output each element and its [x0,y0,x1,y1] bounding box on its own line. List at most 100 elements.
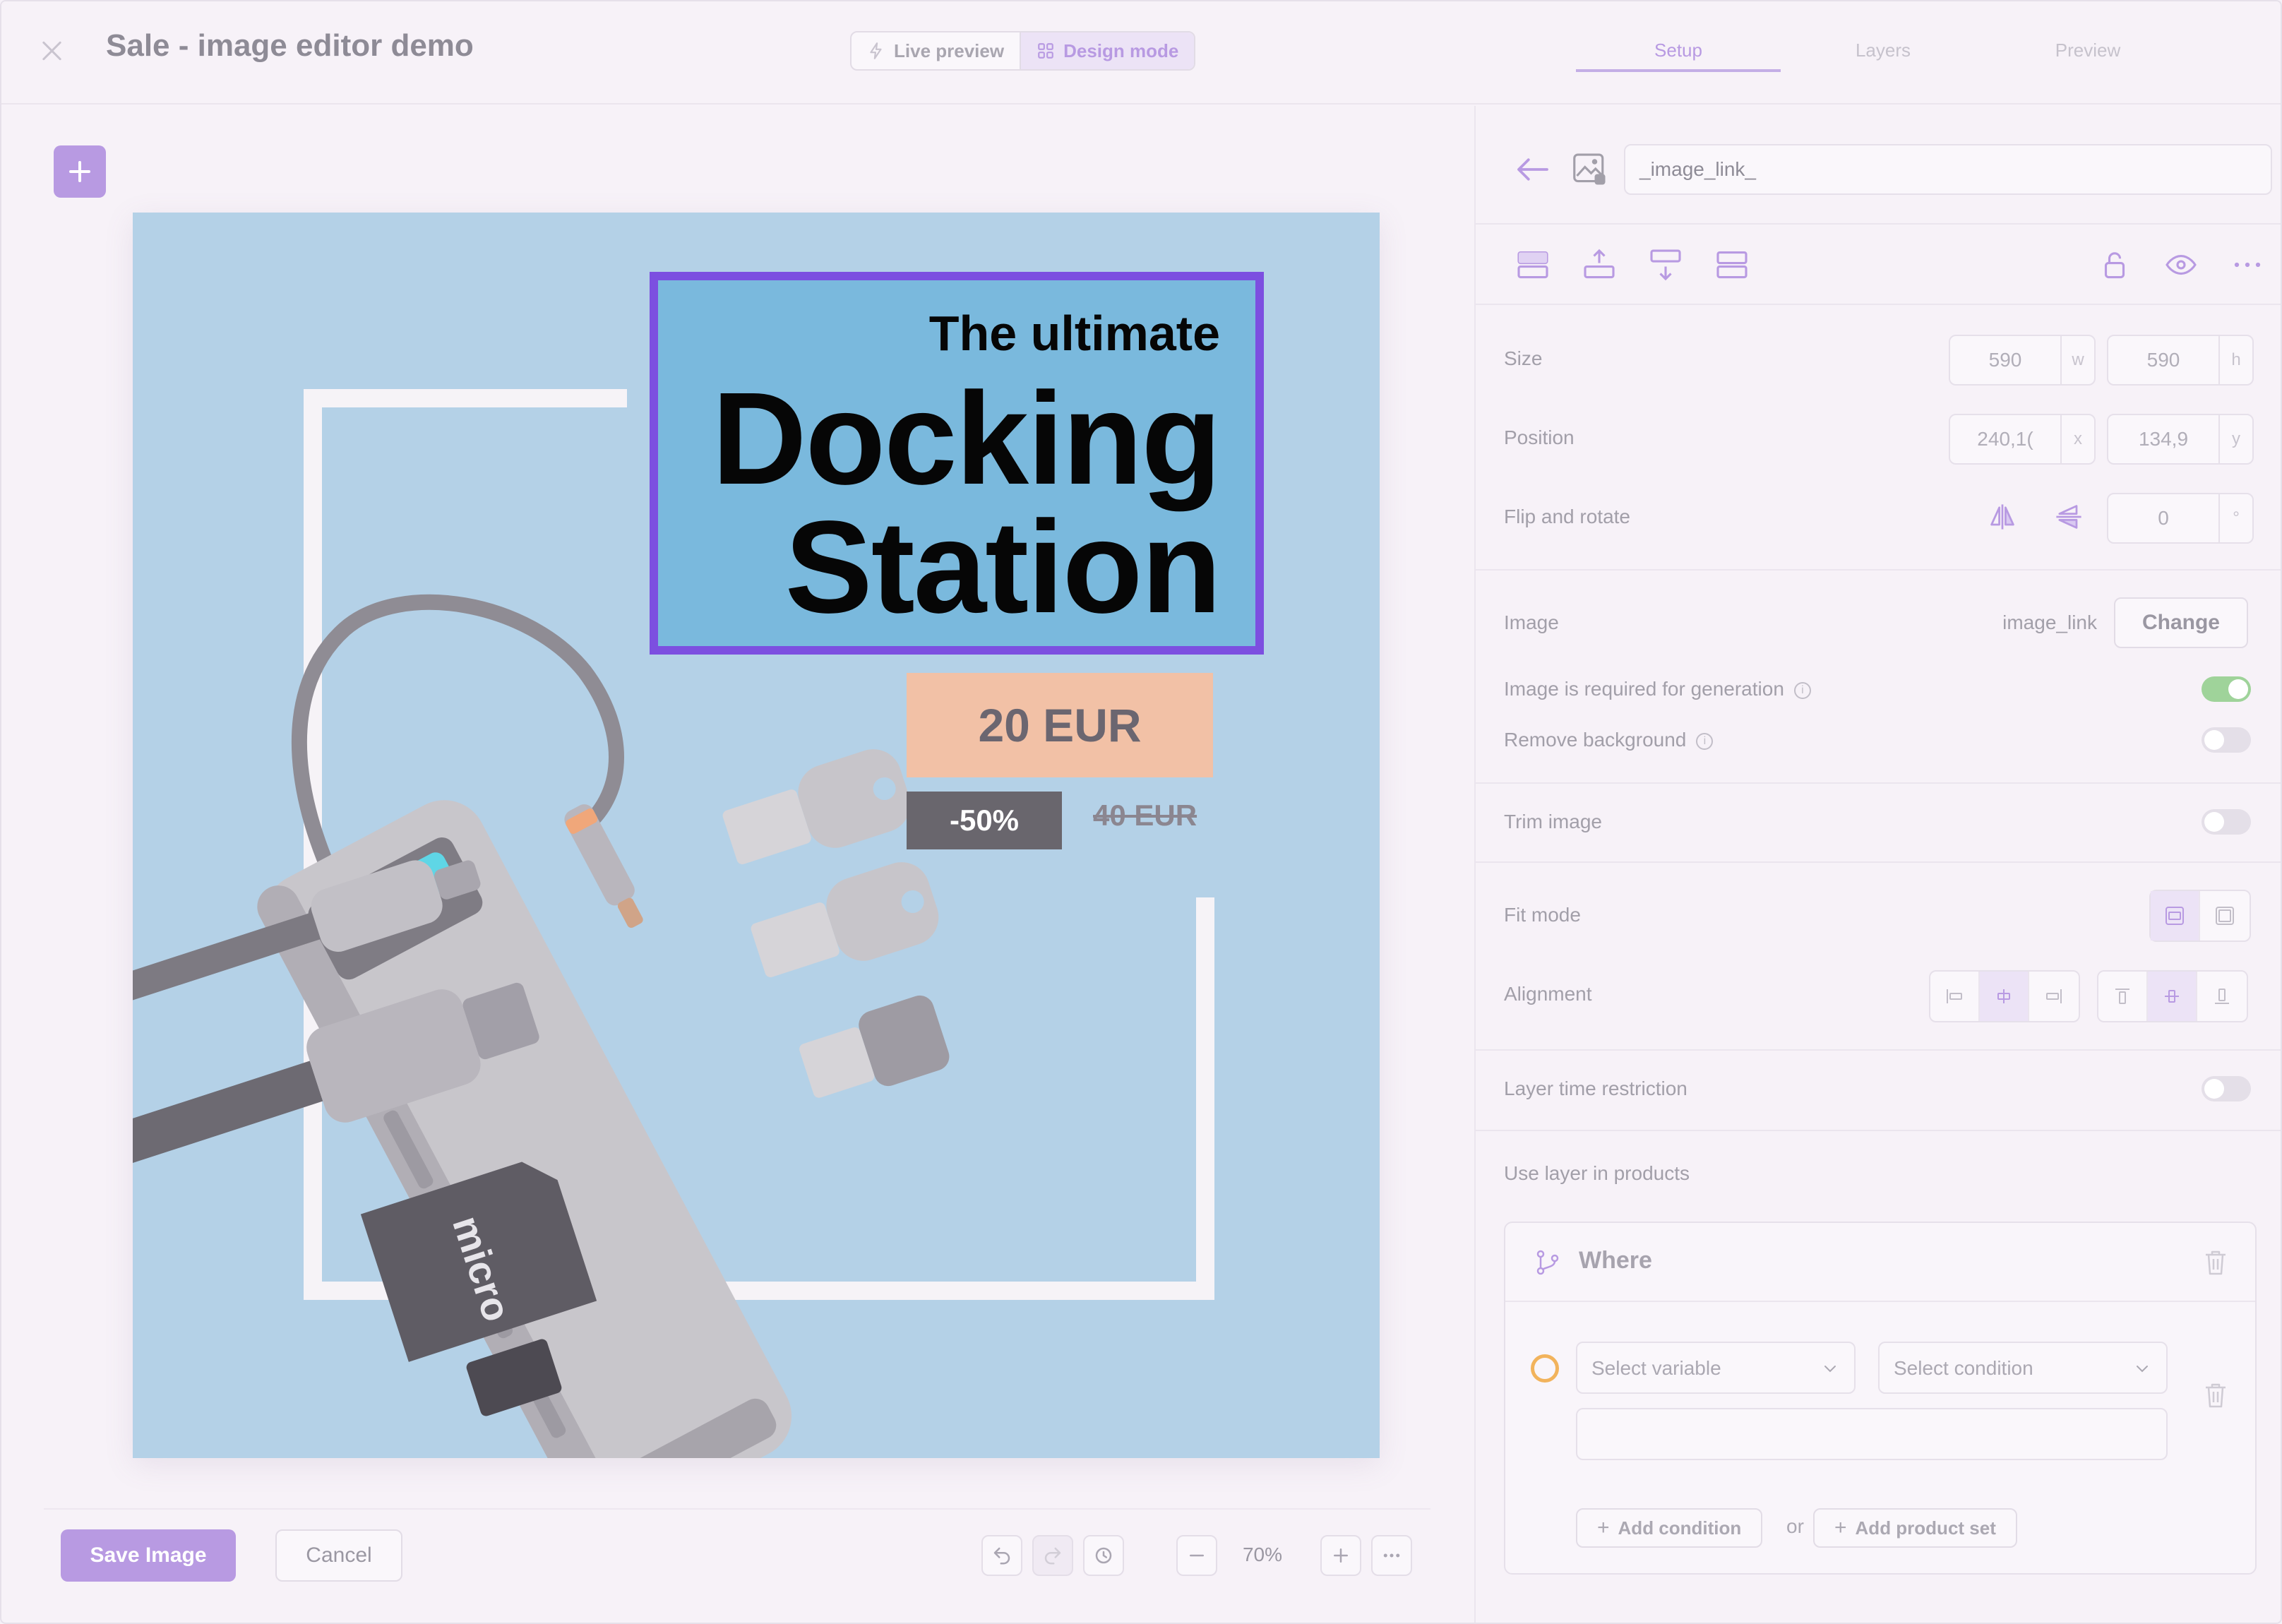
more-options-button[interactable] [1371,1535,1412,1576]
select-variable-dropdown[interactable]: Select variable [1576,1342,1856,1394]
position-y-field[interactable]: 134,9 y [2107,414,2254,465]
redo-icon [1044,1547,1061,1565]
position-y-value: 134,9 [2138,428,2189,450]
close-icon[interactable] [38,37,66,65]
artboard[interactable]: 7 IN 1 [133,213,1380,1458]
tab-setup[interactable]: Setup [1576,30,1781,72]
setup-panel: _image_link_ Size 590 w 590 h Position 2… [1474,106,2281,1623]
eye-icon[interactable] [2163,247,2199,282]
trim-image-toggle[interactable] [2202,809,2251,835]
live-preview-label: Live preview [894,40,1005,61]
fit-cover-option[interactable] [2200,891,2250,941]
save-image-button[interactable]: Save Image [61,1529,236,1582]
discount-badge[interactable]: -50% [907,792,1062,849]
tab-layers[interactable]: Layers [1781,30,1985,72]
flip-rotate-label: Flip and rotate [1504,506,1630,527]
height-field[interactable]: 590 h [2107,335,2254,386]
bring-to-front-icon[interactable] [1515,247,1551,282]
lightning-icon [870,42,882,59]
align-top-option[interactable] [2098,972,2148,1021]
headline-line-1: Docking [712,366,1221,512]
align-center-icon [1997,989,2010,1003]
more-horizontal-icon [1383,1553,1400,1558]
undo-button[interactable] [981,1535,1022,1576]
move-up-icon[interactable] [1582,247,1617,282]
zoom-out-button[interactable] [1176,1535,1217,1576]
align-top-icon [2115,989,2129,1004]
redo-button[interactable] [1032,1535,1073,1576]
or-separator: or [1786,1515,1804,1537]
move-down-icon[interactable] [1648,247,1683,282]
divider [1476,1130,2281,1131]
header: Sale - image editor demo Live preview De… [1,1,2281,105]
design-mode-button[interactable]: Design mode [1020,32,1195,69]
required-toggle[interactable] [2202,676,2251,702]
change-image-button[interactable]: Change [2114,597,2248,648]
required-label-text: Image is required for generation [1504,678,1784,700]
divider [1476,569,2281,571]
add-condition-button[interactable]: + Add condition [1576,1508,1763,1548]
flip-vertical-icon[interactable] [2053,501,2084,532]
plus-icon [1334,1548,1348,1563]
tab-preview[interactable]: Preview [1985,30,2190,72]
image-link-field[interactable]: _image_link_ [1624,144,2272,195]
zoom-in-button[interactable] [1320,1535,1361,1576]
zoom-level: 70% [1242,1544,1283,1565]
divider [1476,304,2281,305]
fit-contain-option[interactable] [2151,891,2200,941]
back-arrow-icon[interactable] [1515,155,1551,184]
canvas-area: 7 IN 1 [1,106,1474,1623]
add-condition-label: Add condition [1618,1517,1742,1539]
align-left-icon [1947,989,1962,1003]
align-middle-option[interactable] [2148,972,2197,1021]
align-bottom-icon [2215,989,2229,1004]
chevron-down-icon [1824,1366,1836,1373]
position-x-field[interactable]: 240,1( x [1949,414,2096,465]
align-bottom-option[interactable] [2197,972,2247,1021]
align-left-option[interactable] [1930,972,1980,1021]
headline-text-layer[interactable]: The ultimate Docking Station [650,272,1264,655]
width-value: 590 [1988,349,2022,371]
height-value: 590 [2146,349,2180,371]
plus-icon: + [1834,1516,1847,1539]
select-condition-dropdown[interactable]: Select condition [1878,1342,2168,1394]
align-right-option[interactable] [2029,972,2079,1021]
history-button[interactable] [1083,1535,1124,1576]
delete-condition-icon[interactable] [2203,1381,2228,1409]
info-icon[interactable]: i [1696,732,1714,750]
width-field[interactable]: 590 w [1949,335,2096,386]
position-x-unit: x [2060,415,2094,463]
rotation-field[interactable]: 0 ° [2107,493,2254,544]
align-center-option[interactable] [1980,972,2029,1021]
design-mode-label: Design mode [1063,40,1179,61]
condition-value-input[interactable] [1576,1408,2168,1460]
unlock-icon[interactable] [2097,247,2132,282]
old-price-layer[interactable]: 40 EUR [1093,799,1197,832]
price-layer[interactable]: 20 EUR [907,673,1213,777]
divider [1476,861,2281,863]
delete-group-icon[interactable] [2203,1248,2228,1277]
live-preview-button[interactable]: Live preview [852,32,1020,69]
position-x-value: 240,1( [1977,428,2033,450]
image-label: Image [1504,611,1559,633]
cancel-button[interactable]: Cancel [275,1529,402,1582]
flip-horizontal-icon[interactable] [1987,501,2018,532]
info-icon[interactable]: i [1793,681,1811,699]
horizontal-alignment-group [1929,970,2080,1022]
fit-cover-icon [2216,907,2234,925]
plus-icon: + [1597,1516,1610,1539]
time-restriction-toggle[interactable] [2202,1076,2251,1101]
chevron-down-icon [2137,1366,2148,1373]
use-in-products-label: Use layer in products [1504,1162,1690,1184]
remove-background-toggle[interactable] [2202,727,2251,753]
required-label: Image is required for generation i [1504,678,1811,700]
more-options-icon[interactable] [2230,247,2265,282]
page-title: Sale - image editor demo [106,28,474,63]
time-restriction-label: Layer time restriction [1504,1077,1687,1099]
align-right-icon [2046,989,2062,1003]
send-to-back-icon[interactable] [1714,247,1750,282]
image-layer-icon [1573,153,1606,185]
add-product-set-button[interactable]: + Add product set [1813,1508,2017,1548]
add-layer-button[interactable] [54,145,106,198]
position-y-unit: y [2218,415,2252,463]
